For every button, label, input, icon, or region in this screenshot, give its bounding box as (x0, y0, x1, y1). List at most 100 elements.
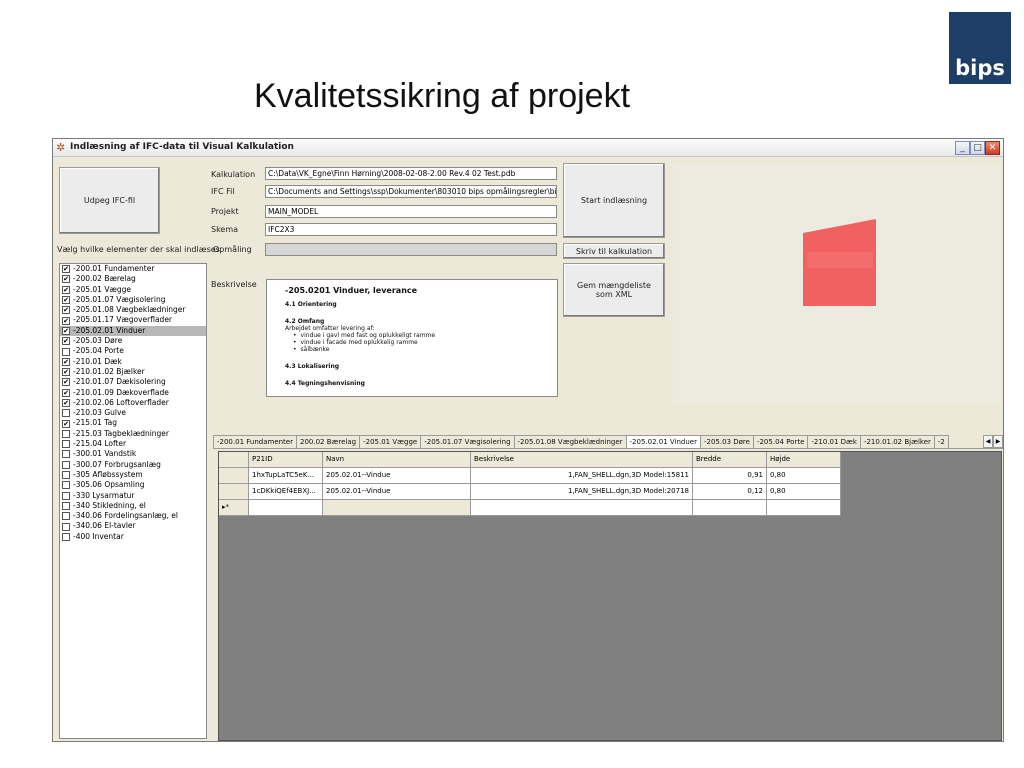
category-tab[interactable]: -205.04 Porte (752, 435, 809, 448)
checkbox-unchecked-icon[interactable] (62, 450, 70, 459)
checkbox-checked-icon[interactable]: ✔ (62, 326, 70, 335)
write-to-calculation-button[interactable]: Skriv til kalkulation (563, 243, 665, 259)
maximize-button[interactable]: □ (970, 141, 985, 155)
checkbox-checked-icon[interactable]: ✔ (62, 285, 70, 294)
start-import-button[interactable]: Start indlæsning (563, 163, 665, 238)
checkbox-unchecked-icon[interactable] (62, 512, 70, 521)
grid-cell[interactable]: 205.02.01--Vindue (323, 484, 471, 500)
checklist-item[interactable]: -215.04 Lofter (60, 439, 206, 449)
checkbox-unchecked-icon[interactable] (62, 347, 70, 356)
checklist-item[interactable]: -330 Lysarmatur (60, 491, 206, 501)
grid-cell[interactable] (767, 500, 841, 516)
checklist-item[interactable]: -305.06 Opsamling (60, 480, 206, 490)
checklist-item[interactable]: ✔ -205.02.01 Vinduer (60, 325, 206, 337)
checkbox-unchecked-icon[interactable] (62, 522, 70, 531)
grid-cell[interactable]: 1cDKkiQEf4EBXJ... (249, 484, 323, 500)
grid-cell[interactable]: 1,FAN_SHELL.dgn,3D Model:15811 (471, 468, 693, 484)
checkbox-checked-icon[interactable]: ✔ (62, 378, 70, 387)
checkbox-unchecked-icon[interactable] (62, 532, 70, 541)
kalkulation-field[interactable]: C:\Data\VK_Egne\Finn Hørning\2008-02-08-… (265, 167, 557, 180)
category-tab[interactable]: -200.01 Fundamenter (213, 435, 297, 448)
checkbox-unchecked-icon[interactable] (62, 481, 70, 490)
grid-row[interactable]: 1hxTupLaTC5eK... 205.02.01--Vindue 1,FAN_S… (219, 468, 841, 484)
minimize-button[interactable]: _ (955, 141, 970, 155)
grid-cell[interactable] (693, 500, 767, 516)
grid-cell[interactable] (249, 500, 323, 516)
checkbox-checked-icon[interactable]: ✔ (62, 275, 70, 284)
skema-field[interactable]: IFC2X3 (265, 223, 557, 236)
element-checklist[interactable]: ✔ -200.01 Fundamenter ✔ -200.02 Bærelag ✔ -20… (59, 263, 207, 739)
select-ifc-button[interactable]: Udpeg IFC-fil (59, 167, 160, 234)
checklist-item[interactable]: -340.06 Fordelingsanlæg, el (60, 511, 206, 521)
checkbox-unchecked-icon[interactable] (62, 429, 70, 438)
checklist-item[interactable]: -305 Afløbssystem (60, 470, 206, 480)
grid-cell[interactable]: 0,80 (767, 468, 841, 484)
grid-cell[interactable]: 0,12 (693, 484, 767, 500)
grid-cell[interactable] (471, 500, 693, 516)
grid-new-row[interactable]: ▸* (219, 500, 841, 516)
checklist-item[interactable]: ✔ -215.01 Tag (60, 418, 206, 428)
checklist-item[interactable]: -340.06 El-tavler (60, 521, 206, 531)
ifc-file-field[interactable]: C:\Documents and Settings\ssp\Dokumenter… (265, 185, 557, 198)
checkbox-unchecked-icon[interactable] (62, 460, 70, 469)
window-titlebar[interactable]: ✲ Indlæsning af IFC-data til Visual Kalk… (53, 139, 1003, 157)
checkbox-checked-icon[interactable]: ✔ (62, 337, 70, 346)
save-xml-button[interactable]: Gem mængdeliste som XML (563, 263, 665, 317)
checklist-item[interactable]: ✔ -210.01 Dæk (60, 357, 206, 367)
row-header[interactable] (219, 468, 249, 484)
checklist-item[interactable]: -400 Inventar (60, 532, 206, 542)
data-grid[interactable]: P21ID Navn Beskrivelse Bredde Højde 1hxTupLaT… (218, 451, 1002, 741)
checkbox-checked-icon[interactable]: ✔ (62, 306, 70, 315)
grid-column-header[interactable]: Beskrivelse (471, 452, 693, 468)
category-tab[interactable]: -2 (933, 435, 949, 448)
grid-cell[interactable]: 1,FAN_SHELL.dgn,3D Model:20718 (471, 484, 693, 500)
grid-cell[interactable] (323, 500, 471, 516)
model-preview[interactable] (673, 166, 1001, 402)
checkbox-checked-icon[interactable]: ✔ (62, 368, 70, 377)
grid-header-row[interactable]: P21ID Navn Beskrivelse Bredde Højde (219, 452, 841, 468)
checklist-item[interactable]: ✔ -200.02 Bærelag (60, 274, 206, 284)
grid-column-header[interactable]: Højde (767, 452, 841, 468)
close-button[interactable]: ✕ (985, 141, 1000, 155)
projekt-field[interactable]: MAIN_MODEL (265, 205, 557, 218)
checkbox-checked-icon[interactable]: ✔ (62, 316, 70, 325)
checklist-item[interactable]: -210.03 Gulve (60, 408, 206, 418)
category-tab[interactable]: -210.01 Dæk (807, 435, 861, 448)
grid-column-header[interactable]: P21ID (249, 452, 323, 468)
grid-cell[interactable]: 0,80 (767, 484, 841, 500)
category-tab[interactable]: -205.03 Døre (700, 435, 754, 448)
checkbox-checked-icon[interactable]: ✔ (62, 357, 70, 366)
checklist-item[interactable]: ✔ -210.01.09 Dækoverflade (60, 388, 206, 398)
grid-column-header[interactable]: Bredde (693, 452, 767, 468)
checkbox-checked-icon[interactable]: ✔ (62, 399, 70, 407)
category-tab[interactable]: -205.01.07 Vægisolering (420, 435, 515, 448)
row-header[interactable]: ▸* (219, 500, 249, 516)
checklist-item[interactable]: ✔ -210.01.07 Dækisolering (60, 377, 206, 387)
checklist-item[interactable]: ✔ -200.01 Fundamenter (60, 264, 206, 274)
grid-cell[interactable]: 205.02.01--Vindue (323, 468, 471, 484)
grid-row[interactable]: 1cDKkiQEf4EBXJ... 205.02.01--Vindue 1,FAN_… (219, 484, 841, 500)
category-tab[interactable]: -205.01.08 Vægbeklædninger (513, 435, 627, 448)
checkbox-unchecked-icon[interactable] (62, 440, 70, 449)
checklist-item[interactable]: ✔ -210.02.06 Loftoverflader (60, 398, 206, 408)
checkbox-checked-icon[interactable]: ✔ (62, 419, 70, 428)
tab-scroll-right-icon[interactable]: ▶ (993, 435, 1003, 448)
checklist-item[interactable]: -300.01 Vandstik (60, 449, 206, 459)
checklist-item[interactable]: ✔ -210.01.02 Bjælker (60, 367, 206, 377)
checkbox-unchecked-icon[interactable] (62, 491, 70, 500)
checkbox-unchecked-icon[interactable] (62, 471, 70, 480)
checklist-item[interactable]: ✔ -205.03 Døre (60, 336, 206, 346)
checkbox-unchecked-icon[interactable] (62, 501, 70, 510)
checklist-item[interactable]: -300.07 Forbrugsanlæg (60, 460, 206, 470)
row-header[interactable] (219, 484, 249, 500)
tab-scroll-left-icon[interactable]: ◀ (983, 435, 993, 448)
checklist-item[interactable]: ✔ -205.01.17 Vægoverflader (60, 315, 206, 325)
category-tab[interactable]: 200.02 Bærelag (296, 435, 361, 448)
grid-cell[interactable]: 0,91 (693, 468, 767, 484)
grid-column-header[interactable]: Navn (323, 452, 471, 468)
category-tab[interactable]: -210.01.02 Bjælker (859, 435, 935, 448)
checkbox-unchecked-icon[interactable] (62, 409, 70, 418)
category-tab[interactable]: -205.02.01 Vinduer (625, 435, 701, 448)
checkbox-checked-icon[interactable]: ✔ (62, 296, 70, 305)
checkbox-checked-icon[interactable]: ✔ (62, 265, 70, 274)
